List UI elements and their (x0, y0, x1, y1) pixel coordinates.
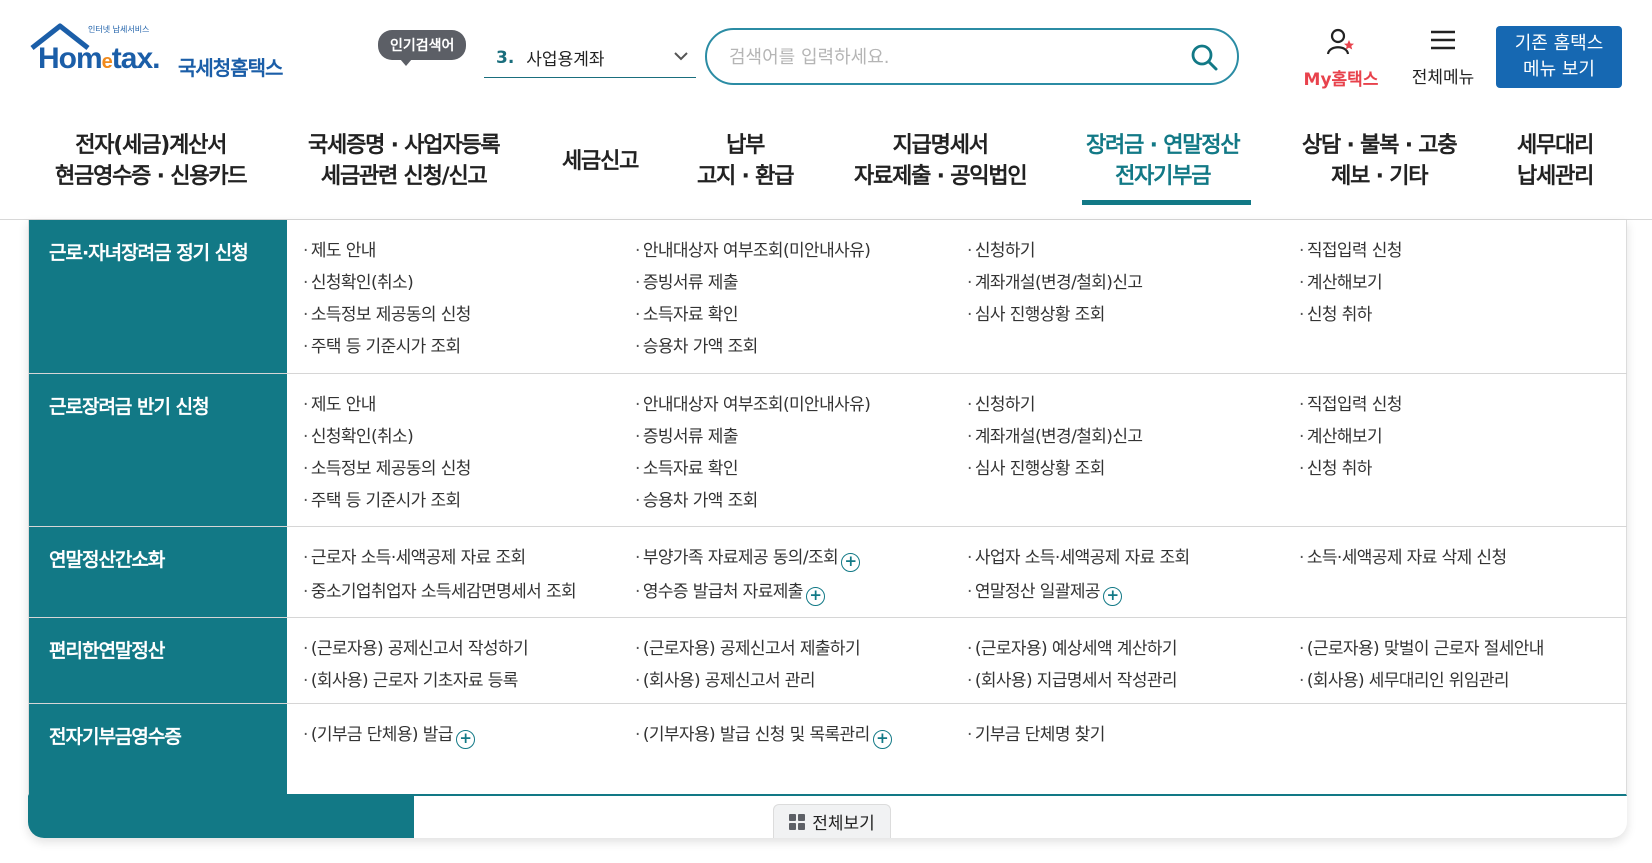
menu-link[interactable]: 계산해보기 (1299, 268, 1383, 293)
popular-search-badge: 인기검색어 (378, 30, 467, 66)
menu-link[interactable]: (회사용) 세무대리인 위임관리 (1299, 666, 1510, 691)
menu-link[interactable]: 신청확인(취소) (303, 268, 414, 293)
plus-circle-icon[interactable]: + (805, 587, 825, 606)
panel-footer-accent (28, 796, 414, 838)
logo-tagline: 인터넷 납세서비스 (88, 25, 150, 34)
plus-circle-icon[interactable]: + (1102, 587, 1122, 606)
gnb-tab-consultation[interactable]: 상담 · 불복 · 고충 제보 · 기타 (1302, 130, 1458, 192)
menu-link[interactable]: (근로자용) 공제신고서 제출하기 (635, 634, 861, 659)
old-hometax-menu-button[interactable]: 기존 홈택스 메뉴 보기 (1496, 26, 1622, 88)
menu-link[interactable]: 심사 진행상황 조회 (967, 454, 1106, 479)
menu-row-convenient-yearend: 편리한연말정산 (근로자용) 공제신고서 작성하기 (근로자용) 공제신고서 제… (29, 618, 1627, 704)
menu-link[interactable]: 계좌개설(변경/철회)신고 (967, 422, 1143, 447)
menu-link[interactable]: (회사용) 공제신고서 관리 (635, 666, 816, 691)
menu-row-half-year-incentive: 근로장려금 반기 신청 제도 안내 안내대상자 여부조회(미안내사유) 신청하기… (29, 374, 1627, 527)
row-title[interactable]: 편리한연말정산 (49, 636, 165, 663)
menu-link[interactable]: 근로자 소득·세액공제 자료 조회 (303, 543, 526, 568)
menu-link[interactable]: (회사용) 근로자 기초자료 등록 (303, 666, 519, 691)
search-input[interactable] (729, 43, 1169, 71)
main-navigation: 전자(세금)계산서 현금영수증 · 신용카드 국세증명 · 사업자등록 세금관련 신… (0, 118, 1652, 220)
menu-link[interactable]: 신청 취하 (1299, 300, 1373, 325)
menu-link[interactable]: 제도 안내 (303, 236, 377, 261)
menu-link[interactable]: (근로자용) 공제신고서 작성하기 (303, 634, 529, 659)
user-icon (1326, 28, 1354, 55)
logo-korean-name: 국세청홈택스 (178, 56, 283, 80)
gnb-tab-payment-statement[interactable]: 지급명세서 자료제출 · 공익법인 (854, 130, 1028, 192)
menu-link[interactable]: 부양가족 자료제공 동의/조회+ (635, 543, 861, 572)
gnb-tab-payment[interactable]: 납부 고지 · 환급 (697, 130, 794, 192)
plus-circle-icon[interactable]: + (841, 553, 861, 572)
menu-link[interactable]: 직접입력 신청 (1299, 390, 1403, 415)
menu-link[interactable]: (근로자용) 맞벌이 근로자 절세안내 (1299, 634, 1545, 659)
menu-link[interactable]: 계좌개설(변경/철회)신고 (967, 268, 1143, 293)
site-header: 인터넷 납세서비스 Hometax. 국세청홈택스 인기검색어 3. 사업용계좌… (0, 0, 1652, 110)
popular-rank: 3. (496, 47, 515, 68)
plus-circle-icon[interactable]: + (455, 730, 475, 749)
plus-circle-icon[interactable]: + (872, 730, 892, 749)
menu-link[interactable]: 증빙서류 제출 (635, 422, 739, 447)
hometax-logo[interactable]: 인터넷 납세서비스 Hometax. 국세청홈택스 (30, 22, 300, 92)
search-box (705, 28, 1239, 85)
row-title[interactable]: 전자기부금영수증 (49, 722, 182, 749)
menu-link[interactable]: 계산해보기 (1299, 422, 1383, 447)
menu-link[interactable]: 소득자료 확인 (635, 300, 739, 325)
menu-row-yearend-simplified: 연말정산간소화 근로자 소득·세액공제 자료 조회 부양가족 자료제공 동의/조… (29, 527, 1627, 618)
menu-row-regular-incentive: 근로·자녀장려금 정기 신청 제도 안내 안내대상자 여부조회(미안내사유) 신… (29, 220, 1627, 374)
chevron-down-icon (674, 52, 688, 61)
grid-icon (789, 813, 806, 830)
row-title[interactable]: 근로·자녀장려금 정기 신청 (49, 238, 249, 265)
view-all-button[interactable]: 전체보기 (773, 804, 891, 838)
menu-link[interactable]: 중소기업취업자 소득세감면명세서 조회 (303, 577, 577, 602)
menu-link[interactable]: (기부자용) 발급 신청 및 목록관리+ (635, 720, 892, 749)
menu-row-e-donation-receipt: 전자기부금영수증 (기부금 단체용) 발급+ (기부자용) 발급 신청 및 목록… (29, 704, 1627, 796)
all-menu-label: 전체메뉴 (1411, 68, 1475, 88)
menu-link[interactable]: (근로자용) 예상세액 계산하기 (967, 634, 1178, 659)
menu-link[interactable]: 소득정보 제공동의 신청 (303, 300, 472, 325)
old-hometax-label-line1: 기존 홈택스 (1514, 33, 1604, 54)
popular-search-dropdown[interactable]: 3. 사업용계좌 (484, 38, 696, 78)
menu-link[interactable]: 소득정보 제공동의 신청 (303, 454, 472, 479)
menu-link[interactable]: 안내대상자 여부조회(미안내사유) (635, 390, 871, 415)
my-hometax-label: My홈택스 (1303, 70, 1379, 90)
my-hometax-link[interactable]: My홈택스 (1296, 28, 1386, 90)
menu-link[interactable]: 영수증 발급처 자료제출+ (635, 577, 825, 606)
gnb-tab-e-invoice[interactable]: 전자(세금)계산서 현금영수증 · 신용카드 (55, 130, 248, 192)
menu-link[interactable]: 신청하기 (967, 390, 1036, 415)
view-all-label: 전체보기 (812, 814, 875, 834)
old-hometax-label-line2: 메뉴 보기 (1523, 59, 1595, 80)
mega-menu-body: 근로·자녀장려금 정기 신청 제도 안내 안내대상자 여부조회(미안내사유) 신… (28, 220, 1627, 796)
menu-link[interactable]: 사업자 소득·세액공제 자료 조회 (967, 543, 1190, 568)
popular-term: 사업용계좌 (526, 50, 605, 70)
menu-link[interactable]: 승용차 가액 조회 (635, 486, 758, 511)
mega-menu-panel: 근로·자녀장려금 정기 신청 제도 안내 안내대상자 여부조회(미안내사유) 신… (28, 220, 1627, 838)
all-menu-button[interactable]: 전체메뉴 (1402, 28, 1484, 88)
menu-link[interactable]: 안내대상자 여부조회(미안내사유) (635, 236, 871, 261)
menu-link[interactable]: (회사용) 지급명세서 작성관리 (967, 666, 1178, 691)
menu-link[interactable]: 신청 취하 (1299, 454, 1373, 479)
gnb-tab-incentive-yearend[interactable]: 장려금 · 연말정산 전자기부금 (1086, 130, 1241, 192)
row-title[interactable]: 연말정산간소화 (49, 545, 165, 572)
menu-link[interactable]: 심사 진행상황 조회 (967, 300, 1106, 325)
active-tab-indicator (1082, 200, 1251, 205)
search-icon[interactable] (1189, 42, 1219, 72)
logo-wordmark: Hometax. (38, 42, 160, 75)
menu-link[interactable]: 주택 등 기준시가 조회 (303, 332, 461, 357)
menu-link[interactable]: 소득자료 확인 (635, 454, 739, 479)
gnb-tab-certificate[interactable]: 국세증명 · 사업자등록 세금관련 신청/신고 (308, 130, 501, 192)
menu-link[interactable]: (기부금 단체용) 발급+ (303, 720, 475, 749)
menu-link[interactable]: 직접입력 신청 (1299, 236, 1403, 261)
row-title[interactable]: 근로장려금 반기 신청 (49, 392, 210, 419)
menu-link[interactable]: 승용차 가액 조회 (635, 332, 758, 357)
menu-link[interactable]: 소득·세액공제 자료 삭제 신청 (1299, 543, 1507, 568)
gnb-tab-tax-return[interactable]: 세금신고 (562, 146, 639, 177)
menu-link[interactable]: 연말정산 일괄제공+ (967, 577, 1122, 606)
gnb-tab-tax-agent[interactable]: 세무대리 납세관리 (1517, 130, 1594, 192)
hamburger-menu-icon (1431, 30, 1455, 50)
menu-link[interactable]: 신청확인(취소) (303, 422, 414, 447)
menu-link[interactable]: 신청하기 (967, 236, 1036, 261)
menu-link[interactable]: 증빙서류 제출 (635, 268, 739, 293)
menu-link[interactable]: 제도 안내 (303, 390, 377, 415)
menu-link[interactable]: 주택 등 기준시가 조회 (303, 486, 461, 511)
menu-link[interactable]: 기부금 단체명 찾기 (967, 720, 1106, 745)
